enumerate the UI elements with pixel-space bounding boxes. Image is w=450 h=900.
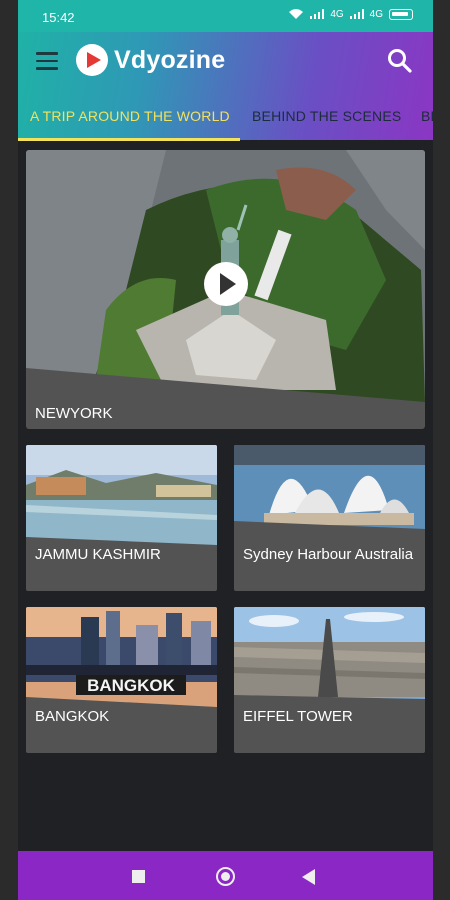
play-button-icon[interactable] — [204, 262, 248, 306]
battery-icon — [389, 8, 413, 20]
recents-square-icon[interactable] — [132, 870, 145, 883]
device-frame: 15:42 4G 4G Vdyozine A TRIP AROUND THE W… — [0, 0, 450, 900]
app-screen: 15:42 4G 4G Vdyozine A TRIP AROUND THE W… — [18, 0, 433, 900]
featured-video-card[interactable]: NEWYORK — [26, 150, 425, 429]
signal-icon — [310, 9, 325, 19]
card-label-bangkok: BANGKOK — [35, 708, 110, 725]
tab-strip: A TRIP AROUND THE WORLD BEHIND THE SCENE… — [18, 104, 433, 140]
sydney-thumbnail — [234, 445, 425, 545]
active-tab-indicator — [18, 138, 240, 141]
tab-third[interactable]: BE — [421, 108, 433, 124]
card-label-sydney: Sydney Harbour Australia — [243, 546, 414, 563]
video-card-eiffel-tower[interactable]: EIFFEL TOWER — [234, 607, 425, 753]
video-card-bangkok[interactable]: BANGKOK BANGKOK — [26, 607, 217, 753]
app-title: Vdyozine — [114, 46, 226, 74]
jammu-kashmir-thumbnail — [26, 445, 217, 545]
wifi-icon — [289, 9, 304, 19]
status-time: 15:42 — [42, 10, 75, 25]
status-bar: 15:42 4G 4G — [18, 0, 433, 32]
tab-trip-around-the-world[interactable]: A TRIP AROUND THE WORLD — [30, 108, 230, 124]
featured-label: NEWYORK — [35, 405, 113, 422]
menu-icon[interactable] — [36, 52, 58, 70]
network-type-2: 4G — [369, 8, 383, 20]
system-nav-bar — [18, 851, 433, 900]
signal-icon-2 — [349, 9, 364, 19]
status-icons: 4G 4G — [288, 8, 413, 20]
home-circle-icon[interactable] — [216, 867, 235, 886]
card-label-eiffel-tower: EIFFEL TOWER — [243, 708, 353, 725]
eiffel-thumbnail — [234, 607, 425, 707]
network-type: 4G — [330, 8, 344, 20]
bangkok-sign-text: BANGKOK — [87, 676, 176, 695]
back-triangle-icon[interactable] — [302, 869, 315, 885]
search-icon[interactable] — [387, 48, 413, 74]
tab-behind-the-scenes[interactable]: BEHIND THE SCENES — [252, 108, 401, 124]
video-card-sydney-harbour[interactable]: Sydney Harbour Australia — [234, 445, 425, 591]
card-label-jammu-kashmir: JAMMU KASHMIR — [35, 546, 161, 563]
app-bar: Vdyozine A TRIP AROUND THE WORLD BEHIND … — [18, 32, 433, 141]
bangkok-thumbnail: BANGKOK — [26, 607, 217, 707]
video-card-jammu-kashmir[interactable]: JAMMU KASHMIR — [26, 445, 217, 591]
play-logo-icon — [76, 44, 108, 76]
